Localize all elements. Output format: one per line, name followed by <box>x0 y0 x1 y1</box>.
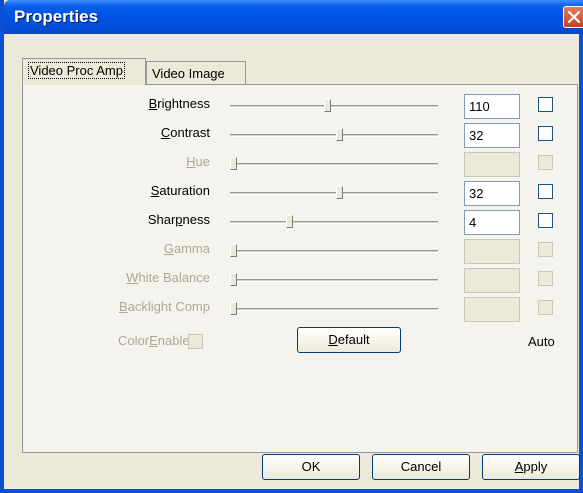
cancel-button[interactable]: Cancel <box>372 454 470 480</box>
auto-checkbox[interactable] <box>538 184 553 199</box>
slider-thumb[interactable] <box>230 302 237 315</box>
control-label: Contrast <box>0 125 210 140</box>
auto-checkbox[interactable] <box>538 213 553 228</box>
control-label: Sharpness <box>0 212 210 227</box>
slider-track[interactable] <box>230 221 438 224</box>
colorenable-label: ColorEnable <box>118 333 190 348</box>
control-label: Hue <box>0 154 210 169</box>
auto-checkbox <box>538 300 553 315</box>
window-title: Properties <box>14 7 98 27</box>
control-label: Saturation <box>0 183 210 198</box>
slider-thumb[interactable] <box>230 273 237 286</box>
value-field[interactable]: 110 <box>464 94 520 119</box>
slider-thumb[interactable] <box>230 244 237 257</box>
slider-track[interactable] <box>230 279 438 282</box>
control-label: Backlight Comp <box>0 299 210 314</box>
apply-button[interactable]: Apply <box>482 454 580 480</box>
close-button[interactable] <box>563 6 583 28</box>
slider-thumb[interactable] <box>336 186 343 199</box>
colorenable-checkbox[interactable] <box>188 334 203 349</box>
ok-button[interactable]: OK <box>262 454 360 480</box>
slider-track[interactable] <box>230 308 438 311</box>
tab-video-proc-amp[interactable]: Video Proc Amp <box>22 58 146 85</box>
slider-track[interactable] <box>230 134 438 137</box>
control-label: Gamma <box>0 241 210 256</box>
close-icon <box>568 11 580 23</box>
value-field[interactable]: 32 <box>464 123 520 148</box>
auto-checkbox[interactable] <box>538 97 553 112</box>
value-field <box>464 268 520 293</box>
slider-thumb[interactable] <box>286 215 293 228</box>
auto-checkbox[interactable] <box>538 126 553 141</box>
slider-thumb[interactable] <box>324 99 331 112</box>
control-label: White Balance <box>0 270 210 285</box>
tab-video-image[interactable]: Video Image <box>146 61 246 84</box>
control-label: Brightness <box>0 96 210 111</box>
auto-checkbox <box>538 155 553 170</box>
title-bar[interactable]: Properties <box>4 0 583 34</box>
auto-checkbox <box>538 271 553 286</box>
slider-thumb[interactable] <box>230 157 237 170</box>
value-field <box>464 239 520 264</box>
value-field[interactable]: 4 <box>464 210 520 235</box>
tab-label: Video Proc Amp <box>28 62 125 79</box>
tab-label: Video Image <box>152 66 225 81</box>
slider-track[interactable] <box>230 105 438 108</box>
value-field[interactable]: 32 <box>464 181 520 206</box>
value-field <box>464 152 520 177</box>
value-field <box>464 297 520 322</box>
slider-track[interactable] <box>230 192 438 195</box>
slider-track[interactable] <box>230 163 438 166</box>
default-button[interactable]: Default <box>297 327 401 353</box>
auto-label: Auto <box>528 334 555 349</box>
slider-thumb[interactable] <box>336 128 343 141</box>
auto-checkbox <box>538 242 553 257</box>
slider-track[interactable] <box>230 250 438 253</box>
